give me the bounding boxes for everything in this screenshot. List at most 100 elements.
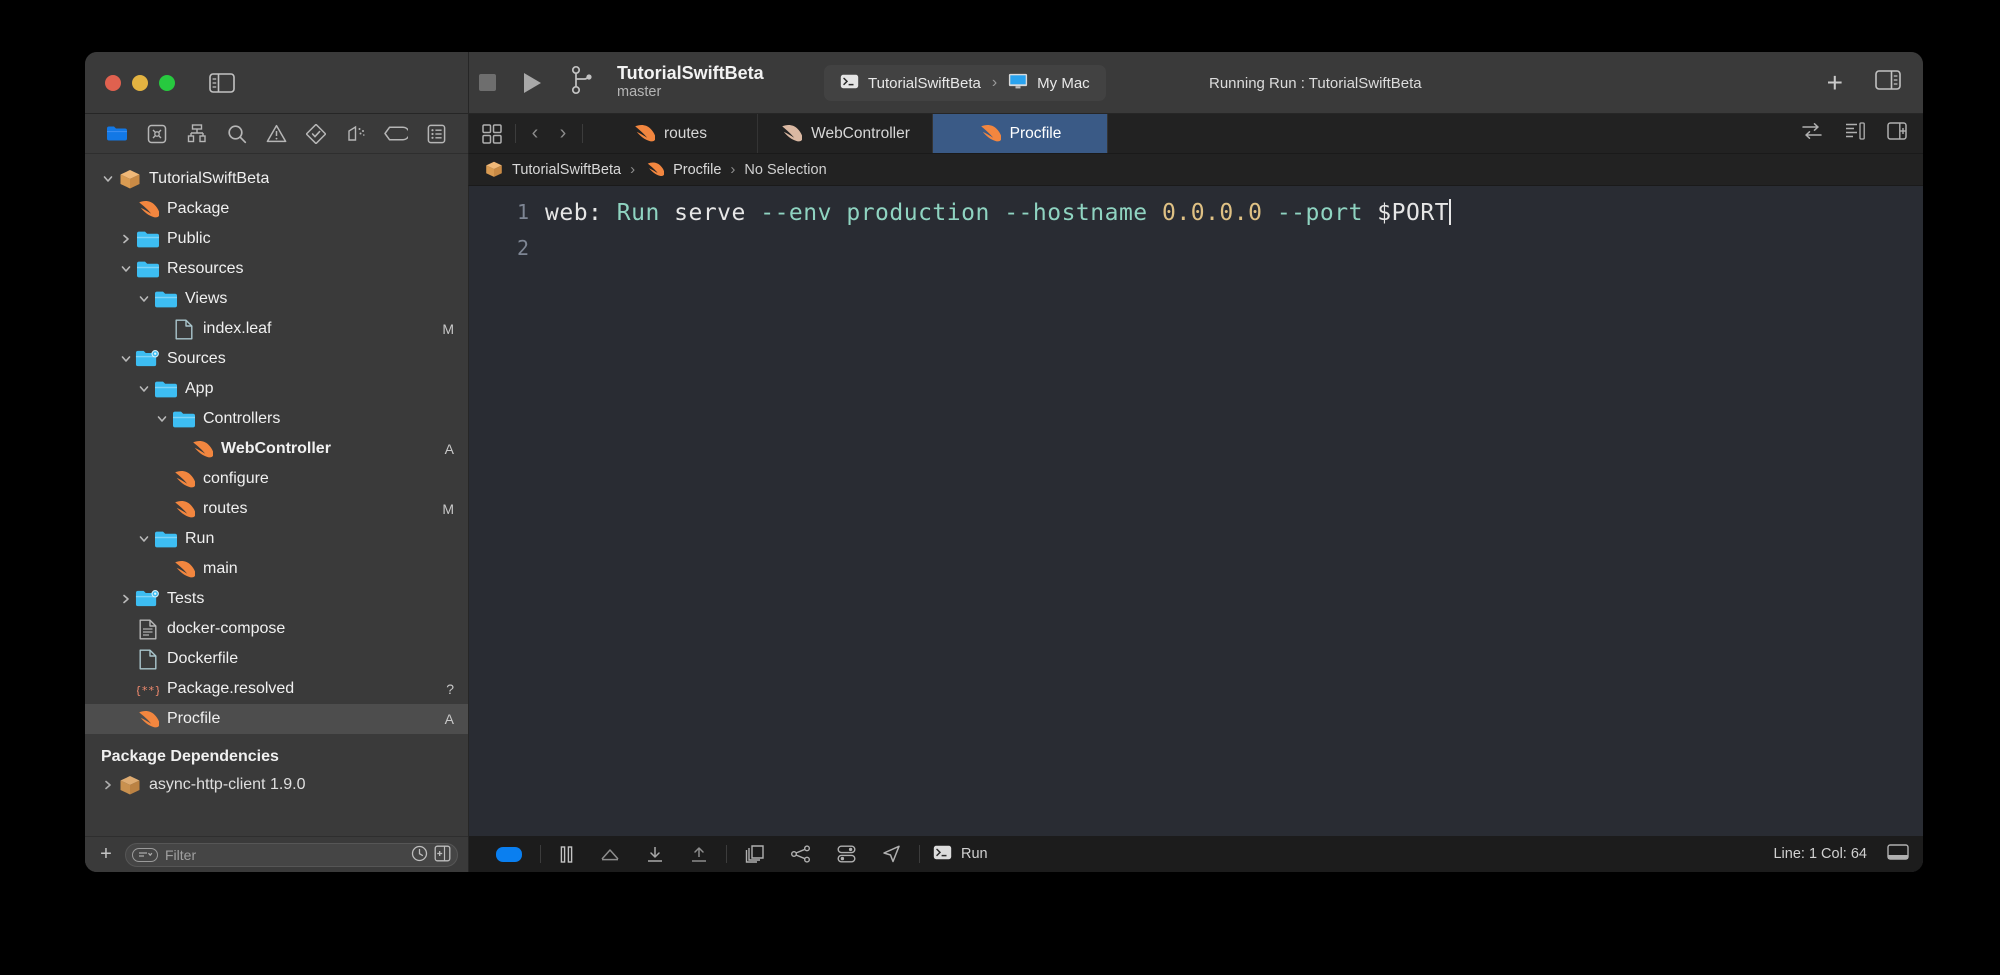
- tree-row-label: Views: [185, 290, 228, 307]
- issue-warning-icon[interactable]: [257, 124, 297, 143]
- tree-row[interactable]: index.leaf M: [85, 314, 468, 344]
- filter-scope-button[interactable]: [434, 845, 451, 865]
- tree-row[interactable]: Sources: [85, 344, 468, 374]
- swift-icon: [171, 560, 196, 579]
- tree-row[interactable]: WebController A: [85, 434, 468, 464]
- scheme-area[interactable]: TutorialSwiftBeta master: [571, 63, 764, 101]
- editor-tab[interactable]: routes: [583, 114, 758, 153]
- activity-status: Running Run : TutorialSwiftBeta: [1209, 74, 1422, 92]
- tree-row[interactable]: {**} Package.resolved?: [85, 674, 468, 704]
- breadcrumb-item[interactable]: No Selection: [744, 162, 826, 178]
- status-right: Line: 1 Col: 64: [1773, 844, 1909, 864]
- chevron-down-icon[interactable]: [117, 353, 135, 365]
- tree-row[interactable]: Tests: [85, 584, 468, 614]
- breadcrumb-item[interactable]: TutorialSwiftBeta: [483, 159, 621, 180]
- titlebar: TutorialSwiftBeta master TutorialSwiftBe…: [85, 52, 1923, 114]
- step-into-icon[interactable]: [633, 846, 677, 863]
- tree-row[interactable]: routes M: [85, 494, 468, 524]
- project-navigator-tree[interactable]: TutorialSwiftBeta Package Public Resources V…: [85, 154, 468, 836]
- chevron-right-icon[interactable]: [117, 233, 135, 245]
- tree-row[interactable]: Procfile A: [85, 704, 468, 734]
- chevron-down-icon[interactable]: [135, 533, 153, 545]
- toggle-debug-area-icon[interactable]: [1887, 844, 1909, 864]
- editor-breadcrumb[interactable]: TutorialSwiftBeta › Procfile › No Selection: [468, 154, 1923, 186]
- source-control-icon[interactable]: [137, 124, 177, 144]
- chevron-down-icon[interactable]: [135, 383, 153, 395]
- line-number: 2: [516, 236, 529, 260]
- tree-row[interactable]: main: [85, 554, 468, 584]
- forward-button[interactable]: ›: [550, 122, 576, 145]
- minimize-button[interactable]: [132, 74, 148, 91]
- add-button[interactable]: +: [1827, 68, 1843, 97]
- breadcrumb-item[interactable]: Procfile: [644, 160, 721, 179]
- scm-status-badge: ?: [446, 681, 454, 697]
- folder-gear-icon: [135, 589, 160, 609]
- close-button[interactable]: [105, 74, 121, 91]
- activity-pill-icon[interactable]: [483, 846, 535, 862]
- minimap-icon[interactable]: [1845, 122, 1865, 145]
- folder-icon: [153, 380, 178, 399]
- tree-row[interactable]: async-http-client 1.9.0: [85, 770, 468, 800]
- tree-row[interactable]: configure: [85, 464, 468, 494]
- tree-row[interactable]: Resources: [85, 254, 468, 284]
- tree-row[interactable]: App: [85, 374, 468, 404]
- swift-icon: [780, 124, 803, 143]
- debug-process-chooser[interactable]: Run: [925, 845, 988, 864]
- zoom-button[interactable]: [159, 74, 175, 91]
- report-list-icon[interactable]: [416, 124, 456, 144]
- tree-row[interactable]: Controllers: [85, 404, 468, 434]
- chevron-down-icon[interactable]: [117, 263, 135, 275]
- tree-row[interactable]: Run: [85, 524, 468, 554]
- clock-icon[interactable]: [411, 845, 428, 865]
- pause-icon[interactable]: [546, 845, 587, 863]
- breadcrumb-separator: ›: [630, 161, 636, 178]
- test-diamond-icon[interactable]: [296, 123, 336, 144]
- breakpoint-tag-icon[interactable]: [376, 126, 416, 141]
- destination-chooser[interactable]: TutorialSwiftBeta › My Mac: [824, 65, 1106, 101]
- tree-row[interactable]: docker-compose: [85, 614, 468, 644]
- back-button[interactable]: ‹: [522, 122, 548, 145]
- chevron-down-icon[interactable]: [135, 293, 153, 305]
- tree-row-label: index.leaf: [203, 320, 272, 337]
- toggle-navigator-icon[interactable]: [209, 72, 235, 93]
- tree-row[interactable]: Views: [85, 284, 468, 314]
- toggle-inspector-icon[interactable]: [1875, 70, 1901, 95]
- folder-icon[interactable]: [97, 125, 137, 142]
- chevron-down-icon[interactable]: [153, 413, 171, 425]
- tree-row[interactable]: Public: [85, 224, 468, 254]
- code-line[interactable]: 1 web: Run serve --env production --hostn…: [469, 194, 1923, 230]
- tree-row-label: App: [185, 380, 214, 397]
- memory-graph-icon[interactable]: [778, 845, 824, 863]
- find-icon[interactable]: [217, 124, 257, 144]
- step-out-icon[interactable]: [677, 846, 721, 863]
- chevron-right-icon[interactable]: [99, 779, 117, 791]
- swift-icon: [646, 162, 665, 178]
- tree-row[interactable]: TutorialSwiftBeta: [85, 164, 468, 194]
- source-editor[interactable]: 1 web: Run serve --env production --hostn…: [468, 186, 1923, 836]
- chevron-down-icon[interactable]: [99, 173, 117, 185]
- location-simulate-icon[interactable]: [869, 845, 914, 863]
- symbol-hierarchy-icon[interactable]: [177, 124, 217, 143]
- filter-scope-icon[interactable]: [132, 847, 158, 862]
- window-body: TutorialSwiftBeta Package Public Resources V…: [85, 114, 1923, 872]
- debug-icon[interactable]: [336, 124, 376, 144]
- view-debug-hierarchy-icon[interactable]: [732, 845, 778, 863]
- code-line[interactable]: 2: [469, 230, 1923, 266]
- editor-tab-label: Procfile: [1009, 124, 1062, 142]
- run-button[interactable]: [524, 72, 541, 93]
- tree-row[interactable]: Package: [85, 194, 468, 224]
- compare-versions-icon[interactable]: [1801, 122, 1823, 145]
- add-editor-icon[interactable]: [1887, 122, 1907, 145]
- editor-tab[interactable]: Procfile: [933, 114, 1108, 153]
- environment-overrides-icon[interactable]: [824, 845, 869, 863]
- chevron-right-icon[interactable]: [117, 593, 135, 605]
- editor-tab[interactable]: WebController: [758, 114, 933, 153]
- editor-options-icon[interactable]: [469, 114, 515, 153]
- stop-button[interactable]: [479, 74, 496, 91]
- folder-icon: [171, 410, 196, 429]
- add-file-button[interactable]: +: [95, 843, 117, 866]
- step-over-icon[interactable]: [587, 846, 633, 863]
- tree-row[interactable]: Dockerfile: [85, 644, 468, 674]
- filter-input[interactable]: Filter: [125, 842, 458, 867]
